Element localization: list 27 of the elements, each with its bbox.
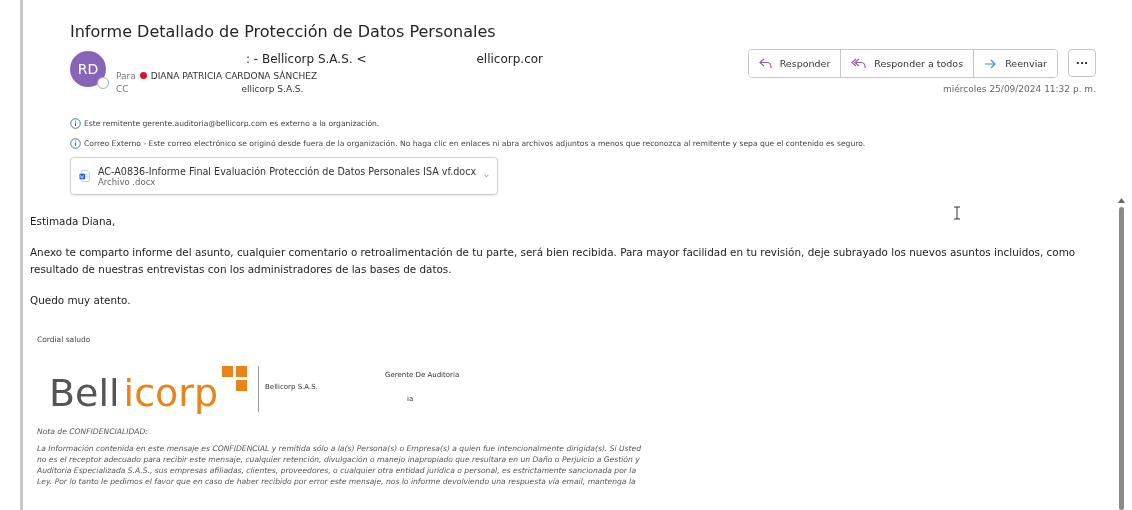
info-icon: [70, 137, 81, 149]
sender-name: : - Bellicorp S.A.S. <: [246, 52, 367, 66]
reply-all-icon: [851, 58, 867, 69]
to-label: Para: [116, 70, 136, 81]
forward-arrow-icon: [984, 58, 998, 69]
more-options-button[interactable]: ···: [1068, 49, 1096, 77]
sender-address: ellicorp.cor: [476, 52, 544, 66]
attachment-name: AC-A0836-Informe Final Evaluación Protección de Datos Personales ISA vf.docx: [97, 165, 477, 177]
email-subject: Informe Detallado de Protección de Datos Personales: [70, 22, 497, 41]
recipient-name[interactable]: DIANA PATRICIA CARDONA SÁNCHEZ: [150, 70, 318, 81]
cc-recipient[interactable]: ellicorp S.A.S.: [241, 83, 304, 94]
message-paragraph: Quedo muy atento.: [30, 293, 132, 308]
reply-button[interactable]: Responder: [748, 50, 842, 77]
email-date: miércoles 25/09/2024 11:32 p. m.: [943, 84, 1096, 94]
scrollbar[interactable]: [1116, 198, 1126, 510]
attachment-card[interactable]: AC-A0836-Informe Final Evaluación Protección de Datos Personales ISA vf.docx Archivo .docx: [70, 157, 498, 195]
text-cursor-icon: [953, 206, 961, 220]
company-logo: Bell icorp: [49, 366, 260, 412]
info-icon: [70, 117, 81, 129]
cc-label: CC: [116, 83, 129, 94]
message-paragraph: Estimada Diana,: [30, 214, 117, 229]
scroll-up-arrow-icon[interactable]: [1117, 198, 1125, 203]
attachment-type: Archivo .docx: [97, 176, 157, 187]
message-paragraph: Anexo te comparto informe del asunto, cualquier comentario o retroalimentación de tu parte, será bien recibida. Para mayor facilidad en tu revisión, deje subrayado los nuevos asuntos incluidos, como resultado de nuestras entrevistas con los administradores de las bases de datos.: [30, 245, 1077, 277]
reply-icon: [758, 58, 772, 69]
sender-avatar: RD: [70, 51, 106, 87]
chevron-down-icon: [484, 173, 489, 179]
